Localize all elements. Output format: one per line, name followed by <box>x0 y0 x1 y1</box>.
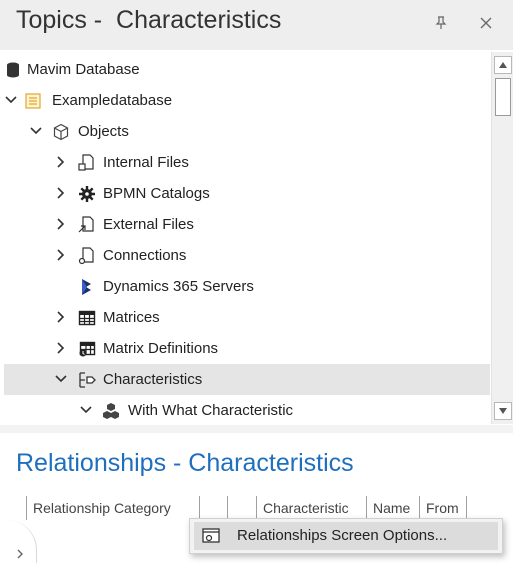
tree-item-connections[interactable]: Connections <box>4 240 490 271</box>
tree-item-matrix-definitions[interactable]: Matrix Definitions <box>4 333 490 364</box>
chevron-down-icon[interactable] <box>54 372 68 386</box>
internal-files-icon <box>78 154 94 171</box>
triangle-up-icon <box>499 62 507 68</box>
chevron-right-icon[interactable] <box>54 310 68 324</box>
context-menu: Relationships Screen Options... <box>189 518 503 554</box>
topics-header: Topics - Characteristics <box>0 0 513 50</box>
tree-item-label: Dynamics 365 Servers <box>103 278 254 295</box>
tree-item-label: Mavim Database <box>27 61 140 78</box>
tree-item-label: With What Characteristic <box>128 402 294 419</box>
tree-item-label: Characteristics <box>103 371 203 388</box>
chevron-down-icon[interactable] <box>4 93 18 107</box>
characteristics-icon <box>79 372 96 388</box>
connections-icon <box>78 247 94 265</box>
tree-item-label: Connections <box>103 247 187 264</box>
column-header-blank-1[interactable] <box>199 496 227 520</box>
menu-item-label: Relationships Screen Options... <box>237 527 448 544</box>
tree-item-label: Exampledatabase <box>52 92 173 109</box>
tree-item-mavim-database[interactable]: Mavim Database <box>4 54 490 85</box>
relationships-panel-title: Relationships - Characteristics <box>16 449 354 477</box>
panel-splitter[interactable] <box>0 425 513 433</box>
column-header-relationship-category[interactable]: Relationship Category <box>26 496 199 520</box>
chevron-down-icon[interactable] <box>29 124 43 138</box>
tree-item-dynamics-365-servers[interactable]: Dynamics 365 Servers <box>4 271 490 302</box>
column-header-from[interactable]: From <box>419 496 467 520</box>
chevron-right-icon[interactable] <box>54 217 68 231</box>
tree-item-label: Matrix Definitions <box>103 340 219 357</box>
tree-item-label: Internal Files <box>103 154 189 171</box>
database-icon <box>7 62 19 78</box>
chevron-right-icon[interactable] <box>54 248 68 262</box>
tree-scrollbar[interactable] <box>491 52 513 424</box>
tree-item-bpmn-catalogs[interactable]: BPMN Catalogs <box>4 178 490 209</box>
tree-item-objects[interactable]: Objects <box>4 116 490 147</box>
menu-item-relationships-screen-options[interactable]: Relationships Screen Options... <box>194 522 498 550</box>
tree-item-with-what-characteristic[interactable]: With What Characteristic <box>4 395 490 424</box>
chevron-right-icon[interactable] <box>14 548 26 560</box>
tree-item-label: Objects <box>78 123 129 140</box>
topics-panel-title: Topics - Characteristics <box>16 6 282 34</box>
tree-item-label: Matrices <box>103 309 160 326</box>
tree-item-external-files[interactable]: External Files <box>4 209 490 240</box>
screen-options-icon <box>202 528 220 543</box>
gear-icon <box>79 186 95 202</box>
matrix-definitions-icon <box>79 341 96 357</box>
folder-db-icon <box>25 93 41 109</box>
chevron-right-icon[interactable] <box>54 341 68 355</box>
column-header-blank-2[interactable] <box>227 496 256 520</box>
topics-tree: Mavim Database Exampledatabase Objects I… <box>4 52 490 424</box>
chevron-right-icon[interactable] <box>54 186 68 200</box>
scrollbar-thumb[interactable] <box>495 78 511 116</box>
column-header-name[interactable]: Name <box>366 496 419 520</box>
scroll-up-button[interactable] <box>494 56 512 74</box>
cube-icon <box>53 123 69 141</box>
dynamics-icon <box>82 279 91 295</box>
tree-item-exampledatabase[interactable]: Exampledatabase <box>4 85 490 116</box>
matrix-icon <box>78 310 96 326</box>
close-icon[interactable] <box>475 12 497 34</box>
cubes-icon <box>103 403 119 419</box>
pin-icon[interactable] <box>430 12 452 34</box>
scroll-down-button[interactable] <box>494 402 512 420</box>
chevron-down-icon[interactable] <box>79 403 93 417</box>
tree-item-label: External Files <box>103 216 194 233</box>
tree-item-internal-files[interactable]: Internal Files <box>4 147 490 178</box>
column-header-characteristic[interactable]: Characteristic <box>256 496 366 520</box>
chevron-right-icon[interactable] <box>54 155 68 169</box>
tree-item-label: BPMN Catalogs <box>103 185 210 202</box>
triangle-down-icon <box>499 408 507 414</box>
tree-item-matrices[interactable]: Matrices <box>4 302 490 333</box>
external-files-icon <box>78 216 94 233</box>
tree-item-characteristics[interactable]: Characteristics <box>4 364 490 395</box>
